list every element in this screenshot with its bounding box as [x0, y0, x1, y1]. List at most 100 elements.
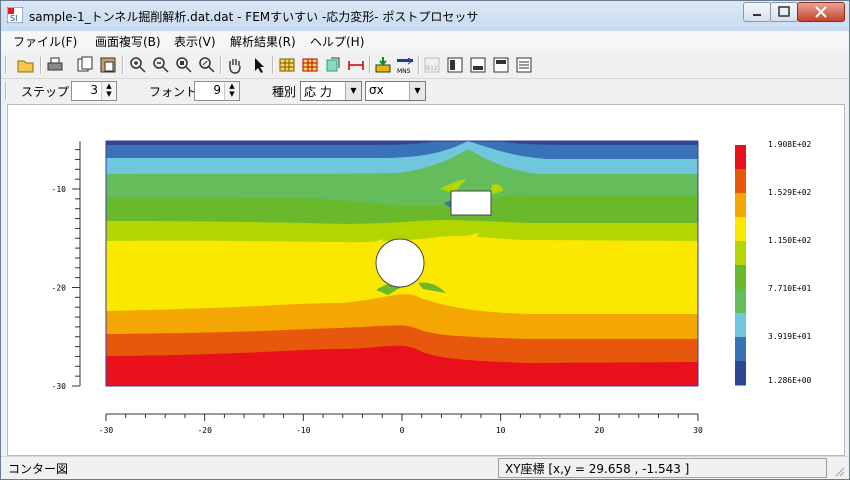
- menu-view[interactable]: 表示(V): [174, 33, 216, 50]
- step-label: ステップ: [21, 85, 70, 99]
- y-tick-label: -20: [52, 284, 67, 293]
- dimension-icon: [348, 61, 364, 70]
- zoom-in-button[interactable]: [128, 55, 148, 75]
- component-select[interactable]: σx ▼: [365, 81, 426, 101]
- x-axis: [105, 413, 699, 421]
- print-icon: [47, 57, 63, 71]
- contour-plot: -30 -20 -10 0 10 20 30 -10 -20 -30 1.908E+02 1.52…: [52, 140, 812, 435]
- font-size-value: 9: [213, 83, 221, 97]
- mesh-button[interactable]: [277, 55, 297, 75]
- legend-swatch: [735, 265, 746, 290]
- app-window: SI sample-1_トンネル掘削解析.dat.dat - FEMすいすい -…: [0, 0, 850, 480]
- mns-icon: MNS: [397, 57, 413, 75]
- list-icon: [516, 57, 532, 73]
- toolbar-separator: [40, 56, 42, 74]
- zoom-window-button[interactable]: [197, 55, 217, 75]
- title-bar: SI sample-1_トンネル掘削解析.dat.dat - FEMすいすい -…: [1, 1, 849, 31]
- toolbar: MNS B12: [1, 52, 849, 79]
- panel-1-button[interactable]: [445, 55, 465, 75]
- legend-swatch: [735, 217, 746, 242]
- menu-file[interactable]: ファイル(F): [13, 33, 77, 50]
- pan-button[interactable]: [225, 55, 245, 75]
- paste-icon: [100, 57, 116, 73]
- fem-app-icon: SI: [7, 7, 23, 23]
- legend-swatch: [735, 361, 746, 386]
- legend-label: 1.150E+02: [768, 236, 812, 245]
- copy-button[interactable]: [75, 55, 95, 75]
- options-grip: [5, 82, 7, 100]
- x-tick-label: 30: [693, 426, 703, 435]
- legend-swatch: [735, 241, 746, 266]
- toolbar-separator: [220, 56, 222, 74]
- open-folder-button[interactable]: [16, 55, 36, 75]
- resize-grip-icon[interactable]: [833, 465, 845, 477]
- y-tick-labels: -10 -20 -30: [52, 185, 67, 391]
- spinner-arrows-icon[interactable]: ▲ ▼: [101, 82, 116, 100]
- pan-hand-icon: [229, 59, 241, 74]
- menu-screen-copy[interactable]: 画面複写(B): [95, 33, 161, 50]
- copy-view-icon: [326, 57, 340, 72]
- font-size-spinner[interactable]: 9 ▲ ▼: [194, 81, 240, 101]
- legend-swatch: [735, 289, 746, 314]
- list-button[interactable]: [514, 55, 534, 75]
- legend-swatch: [735, 337, 746, 362]
- legend-label: 1.908E+02: [768, 140, 812, 149]
- minimize-icon: [753, 14, 761, 16]
- status-view-mode: コンター図: [8, 462, 69, 476]
- pointer-button[interactable]: [249, 55, 269, 75]
- zoom-fit-button[interactable]: [174, 55, 194, 75]
- menu-bar: ファイル(F) 画面複写(B) 表示(V) 解析結果(R) ヘルプ(H): [1, 31, 849, 51]
- maximize-button[interactable]: [770, 2, 798, 22]
- close-button[interactable]: [797, 2, 845, 22]
- panel-3-icon: [493, 57, 509, 73]
- export-icon: [375, 57, 391, 73]
- plot-canvas[interactable]: -30 -20 -10 0 10 20 30 -10 -20 -30 1.908E+02 1.52…: [7, 104, 845, 456]
- type-select[interactable]: 応 力 ▼: [300, 81, 362, 101]
- window-title: sample-1_トンネル掘削解析.dat.dat - FEMすいすい -応力変…: [29, 10, 479, 24]
- chevron-down-icon: ▼: [345, 82, 361, 100]
- mns-label: MNS: [397, 68, 411, 75]
- x-tick-label: 20: [595, 426, 605, 435]
- copy-icon: [77, 56, 93, 72]
- options-bar: ステップ 3 ▲ ▼ フォント 9 ▲ ▼ 種別 応 力 ▼ σx ▼: [1, 79, 849, 103]
- copy-view-button[interactable]: [323, 55, 343, 75]
- zoom-fit-icon: [176, 57, 192, 73]
- zoom-out-button[interactable]: [151, 55, 171, 75]
- minimize-button[interactable]: [743, 2, 771, 22]
- menu-help[interactable]: ヘルプ(H): [310, 33, 364, 50]
- status-coordinates: XY座標 [x,y = 29.658 , -1.543 ]: [505, 462, 690, 476]
- zoom-window-icon: [199, 57, 215, 73]
- toolbar-separator: [122, 56, 124, 74]
- y-axis: [72, 141, 81, 387]
- b12-button[interactable]: B12: [422, 55, 442, 75]
- x-tick-label: -30: [99, 426, 114, 435]
- print-button[interactable]: [45, 55, 65, 75]
- type-value: 応 力: [304, 85, 332, 99]
- legend-swatch: [735, 169, 746, 194]
- menu-analysis-results[interactable]: 解析結果(R): [230, 33, 296, 50]
- type-label: 種別: [272, 85, 297, 99]
- mesh-color-icon: [302, 58, 318, 72]
- mesh-color-button[interactable]: [300, 55, 320, 75]
- mns-button[interactable]: MNS: [395, 55, 415, 75]
- export-button[interactable]: [373, 55, 393, 75]
- component-value: σx: [369, 83, 384, 97]
- dimension-button[interactable]: [346, 55, 366, 75]
- maximize-icon: [778, 6, 790, 17]
- y-tick-label: -30: [52, 382, 67, 391]
- pointer-icon: [255, 58, 264, 73]
- panel-2-button[interactable]: [468, 55, 488, 75]
- open-folder-icon: [17, 60, 34, 73]
- x-tick-labels: -30 -20 -10 0 10 20 30: [99, 426, 703, 435]
- toolbar-separator: [418, 56, 420, 74]
- x-tick-label: 0: [400, 426, 405, 435]
- paste-button[interactable]: [98, 55, 118, 75]
- toolbar-grip: [5, 56, 7, 74]
- cavity-opening: [450, 190, 492, 216]
- y-tick-label: -10: [52, 185, 67, 194]
- spinner-arrows-icon[interactable]: ▲ ▼: [224, 82, 239, 100]
- step-value: 3: [90, 83, 98, 97]
- step-spinner[interactable]: 3 ▲ ▼: [71, 81, 117, 101]
- legend-swatch: [735, 193, 746, 218]
- panel-3-button[interactable]: [491, 55, 511, 75]
